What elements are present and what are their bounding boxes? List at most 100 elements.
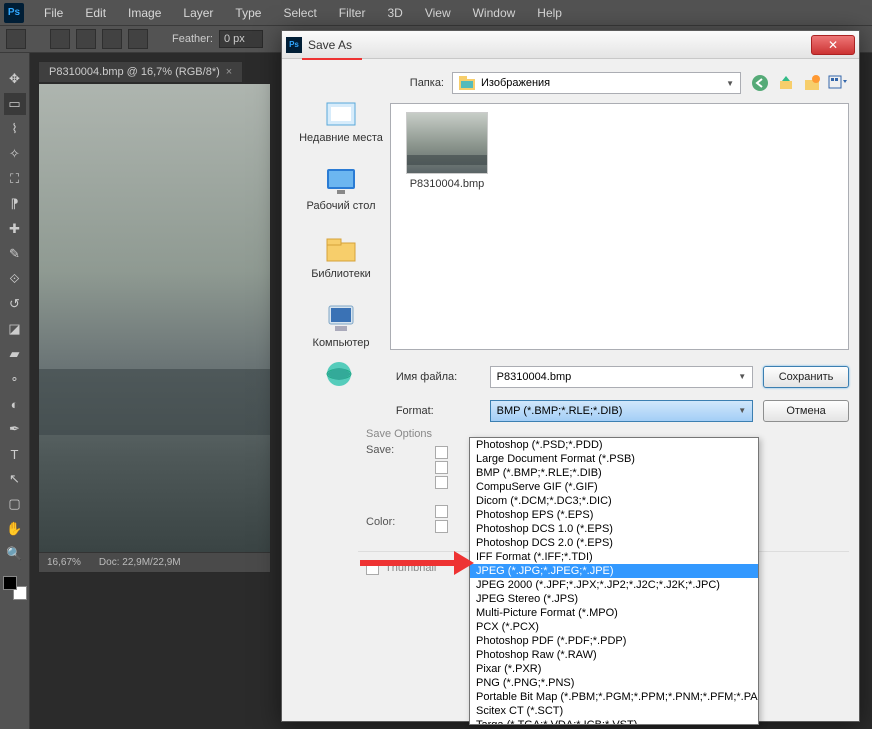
fg-color-swatch[interactable] xyxy=(3,576,17,590)
save-button[interactable]: Сохранить xyxy=(763,366,849,388)
doc-info: Doc: 22,9M/22,9M xyxy=(99,557,181,568)
menu-layer[interactable]: Layer xyxy=(173,2,223,24)
view-menu-icon[interactable] xyxy=(827,72,849,94)
chevron-down-icon: ▼ xyxy=(726,79,734,88)
format-option[interactable]: Portable Bit Map (*.PBM;*.PGM;*.PPM;*.PN… xyxy=(470,690,758,704)
zoom-tool-icon[interactable]: 🔍 xyxy=(4,543,26,565)
folder-select[interactable]: Изображения ▼ xyxy=(452,72,741,94)
close-icon[interactable]: × xyxy=(226,66,232,78)
menu-filter[interactable]: Filter xyxy=(329,2,376,24)
place-libraries[interactable]: Библиотеки xyxy=(295,233,387,281)
format-option[interactable]: Photoshop Raw (*.RAW) xyxy=(470,648,758,662)
checkbox[interactable] xyxy=(435,461,448,474)
document-window: 16,67% Doc: 22,9M/22,9M xyxy=(38,83,271,573)
shape-tool-icon[interactable]: ▢ xyxy=(4,493,26,515)
back-icon[interactable] xyxy=(749,72,771,94)
marquee-mode-icon[interactable] xyxy=(50,29,70,49)
document-tab-title: P8310004.bmp @ 16,7% (RGB/8*) xyxy=(49,66,220,78)
stamp-tool-icon[interactable]: ⟐ xyxy=(4,268,26,290)
format-option[interactable]: IFF Format (*.IFF;*.TDI) xyxy=(470,550,758,564)
format-option[interactable]: Targa (*.TGA;*.VDA;*.ICB;*.VST) xyxy=(470,718,758,725)
format-option[interactable]: PNG (*.PNG;*.PNS) xyxy=(470,676,758,690)
feather-input[interactable] xyxy=(219,30,263,48)
format-select[interactable]: BMP (*.BMP;*.RLE;*.DIB) ▼ xyxy=(490,400,754,422)
checkbox[interactable] xyxy=(435,520,448,533)
eyedropper-tool-icon[interactable]: ⁋ xyxy=(4,193,26,215)
places-sidebar: Недавние места Рабочий стол Библиотеки К… xyxy=(292,69,390,350)
format-option[interactable]: PCX (*.PCX) xyxy=(470,620,758,634)
format-option[interactable]: Photoshop PDF (*.PDF;*.PDP) xyxy=(470,634,758,648)
heal-tool-icon[interactable]: ✚ xyxy=(4,218,26,240)
file-list[interactable]: P8310004.bmp xyxy=(390,103,849,350)
photoshop-logo: Ps xyxy=(4,3,24,23)
cancel-button[interactable]: Отмена xyxy=(763,400,849,422)
pen-tool-icon[interactable]: ✒ xyxy=(4,418,26,440)
lasso-tool-icon[interactable]: ⌇ xyxy=(4,118,26,140)
marquee-int-icon[interactable] xyxy=(128,29,148,49)
color-swatches[interactable] xyxy=(3,576,27,600)
menu-select[interactable]: Select xyxy=(273,2,326,24)
format-option[interactable]: BMP (*.BMP;*.RLE;*.DIB) xyxy=(470,466,758,480)
photoshop-icon: Ps xyxy=(286,37,302,53)
menu-window[interactable]: Window xyxy=(463,2,526,24)
menu-type[interactable]: Type xyxy=(225,2,271,24)
move-tool-icon[interactable]: ✥ xyxy=(4,68,26,90)
checkbox[interactable] xyxy=(435,505,448,518)
menu-file[interactable]: File xyxy=(34,2,73,24)
save-sublabel: Save: xyxy=(366,444,395,456)
filename-input[interactable]: P8310004.bmp ▼ xyxy=(490,366,754,388)
marquee-sub-icon[interactable] xyxy=(102,29,122,49)
checkbox[interactable] xyxy=(435,476,448,489)
format-option[interactable]: Photoshop EPS (*.EPS) xyxy=(470,508,758,522)
new-folder-icon[interactable] xyxy=(801,72,823,94)
chevron-down-icon[interactable]: ▼ xyxy=(738,372,746,381)
format-option[interactable]: JPEG Stereo (*.JPS) xyxy=(470,592,758,606)
document-tab[interactable]: P8310004.bmp @ 16,7% (RGB/8*) × xyxy=(38,61,243,83)
menu-edit[interactable]: Edit xyxy=(75,2,116,24)
annotation-arrow xyxy=(360,560,460,566)
format-dropdown[interactable]: Photoshop (*.PSD;*.PDD)Large Document Fo… xyxy=(469,437,759,725)
format-option[interactable]: Pixar (*.PXR) xyxy=(470,662,758,676)
dodge-tool-icon[interactable]: ◐ xyxy=(4,393,26,415)
brush-tool-icon[interactable]: ✎ xyxy=(4,243,26,265)
menu-3d[interactable]: 3D xyxy=(377,2,412,24)
type-tool-icon[interactable]: T xyxy=(4,443,26,465)
marquee-add-icon[interactable] xyxy=(76,29,96,49)
place-recent[interactable]: Недавние места xyxy=(295,97,387,145)
menu-help[interactable]: Help xyxy=(527,2,572,24)
filename-label: Имя файла: xyxy=(396,371,480,383)
menu-image[interactable]: Image xyxy=(118,2,171,24)
path-tool-icon[interactable]: ↖ xyxy=(4,468,26,490)
format-option[interactable]: Multi-Picture Format (*.MPO) xyxy=(470,606,758,620)
checkbox[interactable] xyxy=(435,446,448,459)
recent-icon xyxy=(323,97,359,129)
history-brush-icon[interactable]: ↺ xyxy=(4,293,26,315)
format-option[interactable]: JPEG (*.JPG;*.JPEG;*.JPE) xyxy=(470,564,758,578)
format-option[interactable]: Dicom (*.DCM;*.DC3;*.DIC) xyxy=(470,494,758,508)
marquee-tool-icon[interactable]: ▭ xyxy=(4,93,26,115)
eraser-tool-icon[interactable]: ◪ xyxy=(4,318,26,340)
zoom-level: 16,67% xyxy=(47,557,81,568)
dialog-title: Save As xyxy=(308,38,811,52)
chevron-down-icon[interactable]: ▼ xyxy=(738,406,746,415)
crop-tool-icon[interactable]: ⛶ xyxy=(4,168,26,190)
format-option[interactable]: JPEG 2000 (*.JPF;*.JPX;*.JP2;*.J2C;*.J2K… xyxy=(470,578,758,592)
up-icon[interactable] xyxy=(775,72,797,94)
wand-tool-icon[interactable]: ✧ xyxy=(4,143,26,165)
pictures-folder-icon xyxy=(459,76,475,90)
file-item[interactable]: P8310004.bmp xyxy=(399,112,495,190)
close-button[interactable]: ✕ xyxy=(811,35,855,55)
blur-tool-icon[interactable]: ∘ xyxy=(4,368,26,390)
format-option[interactable]: Photoshop (*.PSD;*.PDD) xyxy=(470,438,758,452)
format-option[interactable]: Photoshop DCS 2.0 (*.EPS) xyxy=(470,536,758,550)
tool-preset-icon[interactable] xyxy=(6,29,26,49)
menu-view[interactable]: View xyxy=(415,2,461,24)
gradient-tool-icon[interactable]: ▰ xyxy=(4,343,26,365)
format-option[interactable]: Photoshop DCS 1.0 (*.EPS) xyxy=(470,522,758,536)
format-option[interactable]: Scitex CT (*.SCT) xyxy=(470,704,758,718)
format-option[interactable]: Large Document Format (*.PSB) xyxy=(470,452,758,466)
place-desktop[interactable]: Рабочий стол xyxy=(295,165,387,213)
hand-tool-icon[interactable]: ✋ xyxy=(4,518,26,540)
place-computer[interactable]: Компьютер xyxy=(295,302,387,350)
format-option[interactable]: CompuServe GIF (*.GIF) xyxy=(470,480,758,494)
